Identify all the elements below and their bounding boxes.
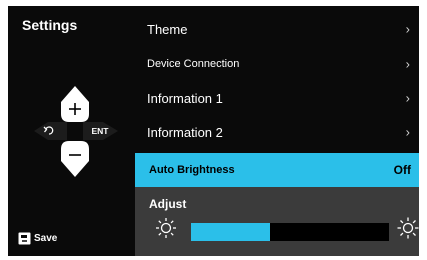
brightness-high-icon <box>397 217 419 239</box>
enter-button[interactable]: ENT <box>83 122 118 140</box>
auto-brightness-label: Auto Brightness <box>149 164 235 176</box>
menu-item-theme[interactable]: Theme › <box>135 11 419 47</box>
back-button[interactable] <box>34 122 67 140</box>
menu-item-auto-brightness[interactable]: Auto Brightness Off <box>135 153 419 187</box>
enter-label: ENT <box>92 126 110 136</box>
settings-menu: Theme › Device Connection › Information … <box>135 11 419 149</box>
chevron-right-icon: › <box>405 90 410 106</box>
up-button[interactable] <box>61 86 89 122</box>
save-icon <box>18 232 31 245</box>
brightness-low-icon <box>156 218 176 238</box>
auto-brightness-value: Off <box>393 163 411 177</box>
menu-item-label: Information 1 <box>147 90 223 106</box>
menu-item-device-connection[interactable]: Device Connection › <box>135 47 419 81</box>
settings-screen: Settings Theme › Device Connection › Inf… <box>8 6 419 256</box>
down-button[interactable] <box>61 141 89 177</box>
adjust-panel: Adjust <box>135 187 419 256</box>
save-label: Save <box>34 233 58 244</box>
adjust-label: Adjust <box>149 197 187 211</box>
menu-item-label: Information 2 <box>147 124 223 140</box>
brightness-slider-fill <box>191 223 271 241</box>
navigation-pad: ENT <box>34 86 118 177</box>
menu-item-information-1[interactable]: Information 1 › <box>135 81 419 115</box>
save-button[interactable]: Save <box>18 232 57 245</box>
chevron-right-icon: › <box>405 21 410 37</box>
chevron-right-icon: › <box>405 124 410 140</box>
menu-item-label: Theme <box>147 21 188 37</box>
menu-item-information-2[interactable]: Information 2 › <box>135 115 419 149</box>
brightness-slider[interactable] <box>191 223 389 241</box>
chevron-right-icon: › <box>405 56 410 72</box>
menu-item-label: Device Connection <box>147 58 240 70</box>
